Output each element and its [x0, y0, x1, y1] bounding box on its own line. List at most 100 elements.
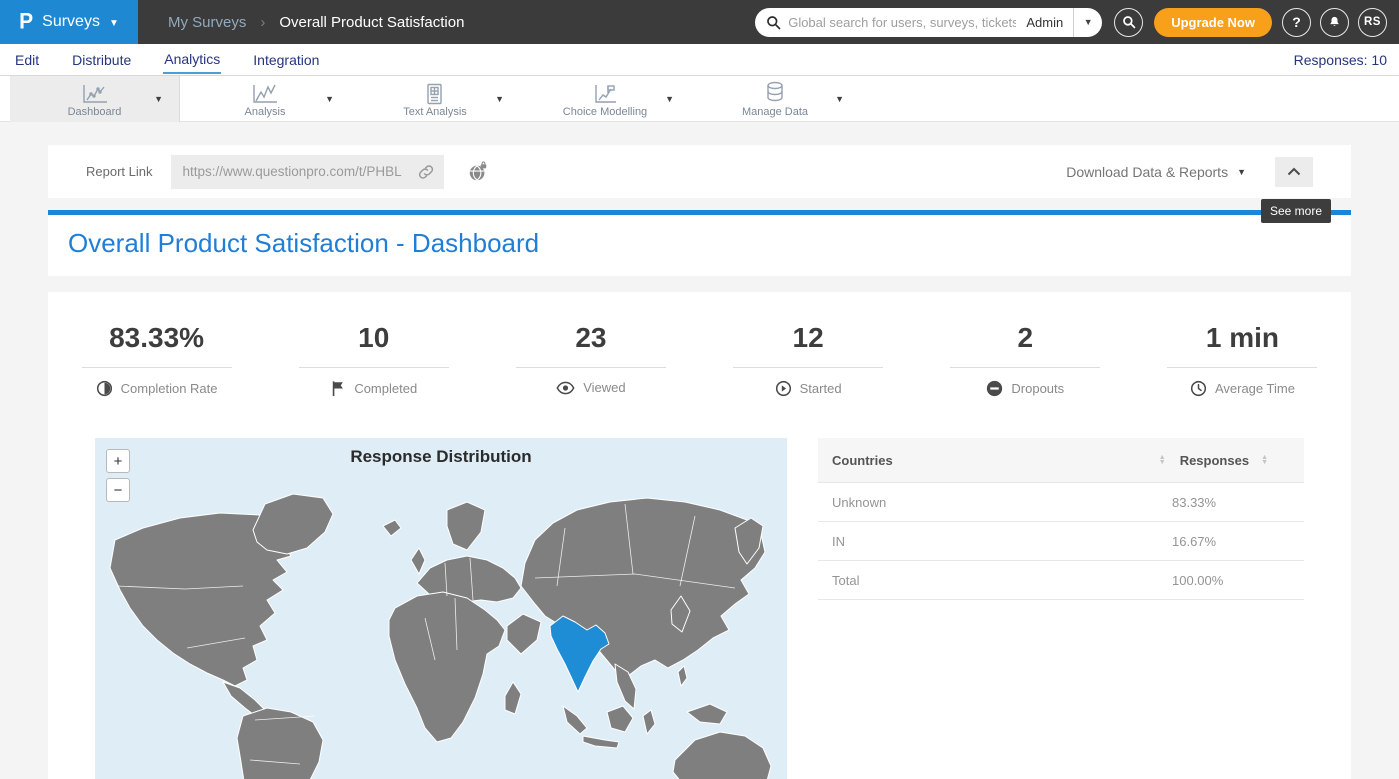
caret-down-icon[interactable]: ▼ — [835, 94, 844, 104]
report-link-label: Report Link — [86, 164, 152, 179]
survey-nav: Edit Distribute Analytics Integration Re… — [0, 44, 1399, 76]
nav-tab-edit[interactable]: Edit — [14, 46, 40, 73]
country-shape — [507, 614, 541, 654]
countries-table-header: Countries ▲▼ Responses ▲▼ — [818, 438, 1304, 483]
stat-label: Completed — [354, 381, 417, 396]
nav-tab-integration[interactable]: Integration — [252, 46, 320, 73]
column-header-countries[interactable]: Countries — [832, 453, 893, 468]
country-shape — [607, 706, 633, 732]
responses-cell: 83.33% — [1172, 495, 1268, 510]
breadcrumb-survey-title: Overall Product Satisfaction — [279, 14, 464, 31]
see-more-toggle-button[interactable] — [1275, 157, 1313, 187]
analytics-toolbar: Dashboard ▼ Analysis ▼ Text Analysis ▼ C… — [0, 76, 1399, 122]
search-scope-label[interactable]: Admin — [1016, 15, 1073, 30]
search-input[interactable] — [788, 15, 1016, 30]
tab-label: Manage Data — [742, 106, 808, 118]
top-header: P Surveys ▼ My Surveys › Overall Product… — [0, 0, 1399, 44]
table-row: Total 100.00% — [818, 561, 1304, 600]
responses-cell: 100.00% — [1172, 573, 1268, 588]
search-scope-caret-icon[interactable]: ▼ — [1074, 17, 1102, 27]
app-logo[interactable]: P Surveys ▼ — [0, 0, 138, 44]
tab-manage-data[interactable]: Manage Data ▼ — [690, 76, 860, 122]
column-header-responses[interactable]: Responses — [1180, 453, 1249, 468]
questionpro-logo-icon: P — [19, 9, 33, 34]
caret-down-icon[interactable]: ▼ — [154, 94, 163, 104]
user-avatar[interactable]: RS — [1358, 8, 1387, 37]
completion-gauge-icon — [96, 380, 113, 397]
caret-down-icon[interactable]: ▼ — [325, 94, 334, 104]
title-band: Overall Product Satisfaction - Dashboard — [48, 215, 1351, 276]
stats-row: 83.33% Completion Rate 10 Completed 23 V… — [48, 322, 1351, 400]
stat-value: 2 — [917, 322, 1134, 354]
country-cell: IN — [832, 534, 845, 549]
countries-table: Countries ▲▼ Responses ▲▼ Unknown 83.33%… — [818, 438, 1304, 779]
stat-completed: 10 Completed — [265, 322, 482, 400]
country-shape — [643, 710, 655, 734]
country-shape — [389, 592, 505, 742]
country-shape — [505, 682, 521, 714]
stat-label: Average Time — [1215, 381, 1295, 396]
country-shape — [411, 548, 425, 574]
country-shape — [673, 732, 771, 779]
link-icon[interactable] — [417, 163, 435, 181]
caret-down-icon: ▼ — [109, 18, 119, 29]
map-zoom-out-button[interactable]: − — [106, 478, 130, 502]
tab-analysis[interactable]: Analysis ▼ — [180, 76, 350, 122]
stat-label: Dropouts — [1011, 381, 1064, 396]
report-url-input[interactable] — [182, 164, 413, 179]
tab-choice-modelling[interactable]: Choice Modelling ▼ — [520, 76, 690, 122]
table-row: Unknown 83.33% — [818, 483, 1304, 522]
stat-started: 12 Started — [700, 322, 917, 400]
tab-label: Dashboard — [68, 106, 122, 118]
stat-dropouts: 2 Dropouts — [917, 322, 1134, 400]
minus-circle-icon — [986, 380, 1003, 397]
global-search[interactable]: Admin ▼ — [755, 8, 1102, 37]
notifications-button[interactable] — [1320, 8, 1349, 37]
search-button[interactable] — [1114, 8, 1143, 37]
nav-tab-distribute[interactable]: Distribute — [71, 46, 132, 73]
stat-value: 23 — [482, 322, 699, 354]
globe-lock-icon[interactable] — [467, 161, 489, 183]
country-shape — [253, 494, 333, 554]
dashboard-chart-icon — [80, 81, 110, 105]
nav-tab-analytics[interactable]: Analytics — [163, 45, 221, 74]
caret-down-icon: ▼ — [1237, 167, 1246, 177]
sort-icon[interactable]: ▲▼ — [1261, 455, 1268, 465]
country-shape — [678, 666, 687, 686]
caret-down-icon[interactable]: ▼ — [665, 94, 674, 104]
help-button[interactable]: ? — [1282, 8, 1311, 37]
product-switcher-label: Surveys — [42, 13, 100, 31]
chevron-up-icon — [1287, 167, 1301, 176]
tab-label: Analysis — [245, 106, 286, 118]
stat-value: 12 — [700, 322, 917, 354]
breadcrumb-separator-icon: › — [260, 14, 265, 31]
country-cell: Total — [832, 573, 859, 588]
report-url-box[interactable] — [171, 155, 444, 189]
tab-dashboard[interactable]: Dashboard ▼ — [10, 76, 180, 122]
page-title: Overall Product Satisfaction - Dashboard — [68, 228, 1331, 259]
world-map[interactable] — [95, 468, 787, 779]
upgrade-now-button[interactable]: Upgrade Now — [1154, 8, 1272, 37]
database-icon — [764, 81, 786, 105]
tab-label: Choice Modelling — [563, 106, 647, 118]
stat-average-time: 1 min Average Time — [1134, 322, 1351, 400]
country-shape — [383, 520, 401, 536]
stat-label: Started — [800, 381, 842, 396]
breadcrumb: My Surveys › Overall Product Satisfactio… — [168, 14, 464, 31]
search-icon — [766, 15, 781, 30]
stat-completion-rate: 83.33% Completion Rate — [48, 322, 265, 400]
search-icon — [1122, 15, 1136, 29]
map-zoom-in-button[interactable]: + — [106, 449, 130, 473]
country-shape — [563, 706, 587, 734]
stat-label: Viewed — [583, 380, 625, 395]
breadcrumb-my-surveys[interactable]: My Surveys — [168, 14, 246, 31]
flag-icon — [330, 380, 346, 397]
tab-text-analysis[interactable]: Text Analysis ▼ — [350, 76, 520, 122]
country-shape — [687, 704, 727, 724]
sort-icon[interactable]: ▲▼ — [1159, 455, 1166, 465]
download-data-reports-dropdown[interactable]: Download Data & Reports ▼ — [1066, 164, 1246, 180]
caret-down-icon[interactable]: ▼ — [495, 94, 504, 104]
response-distribution-map[interactable]: Response Distribution + − — [95, 438, 787, 779]
download-label: Download Data & Reports — [1066, 164, 1228, 180]
analysis-chart-icon — [250, 81, 280, 105]
